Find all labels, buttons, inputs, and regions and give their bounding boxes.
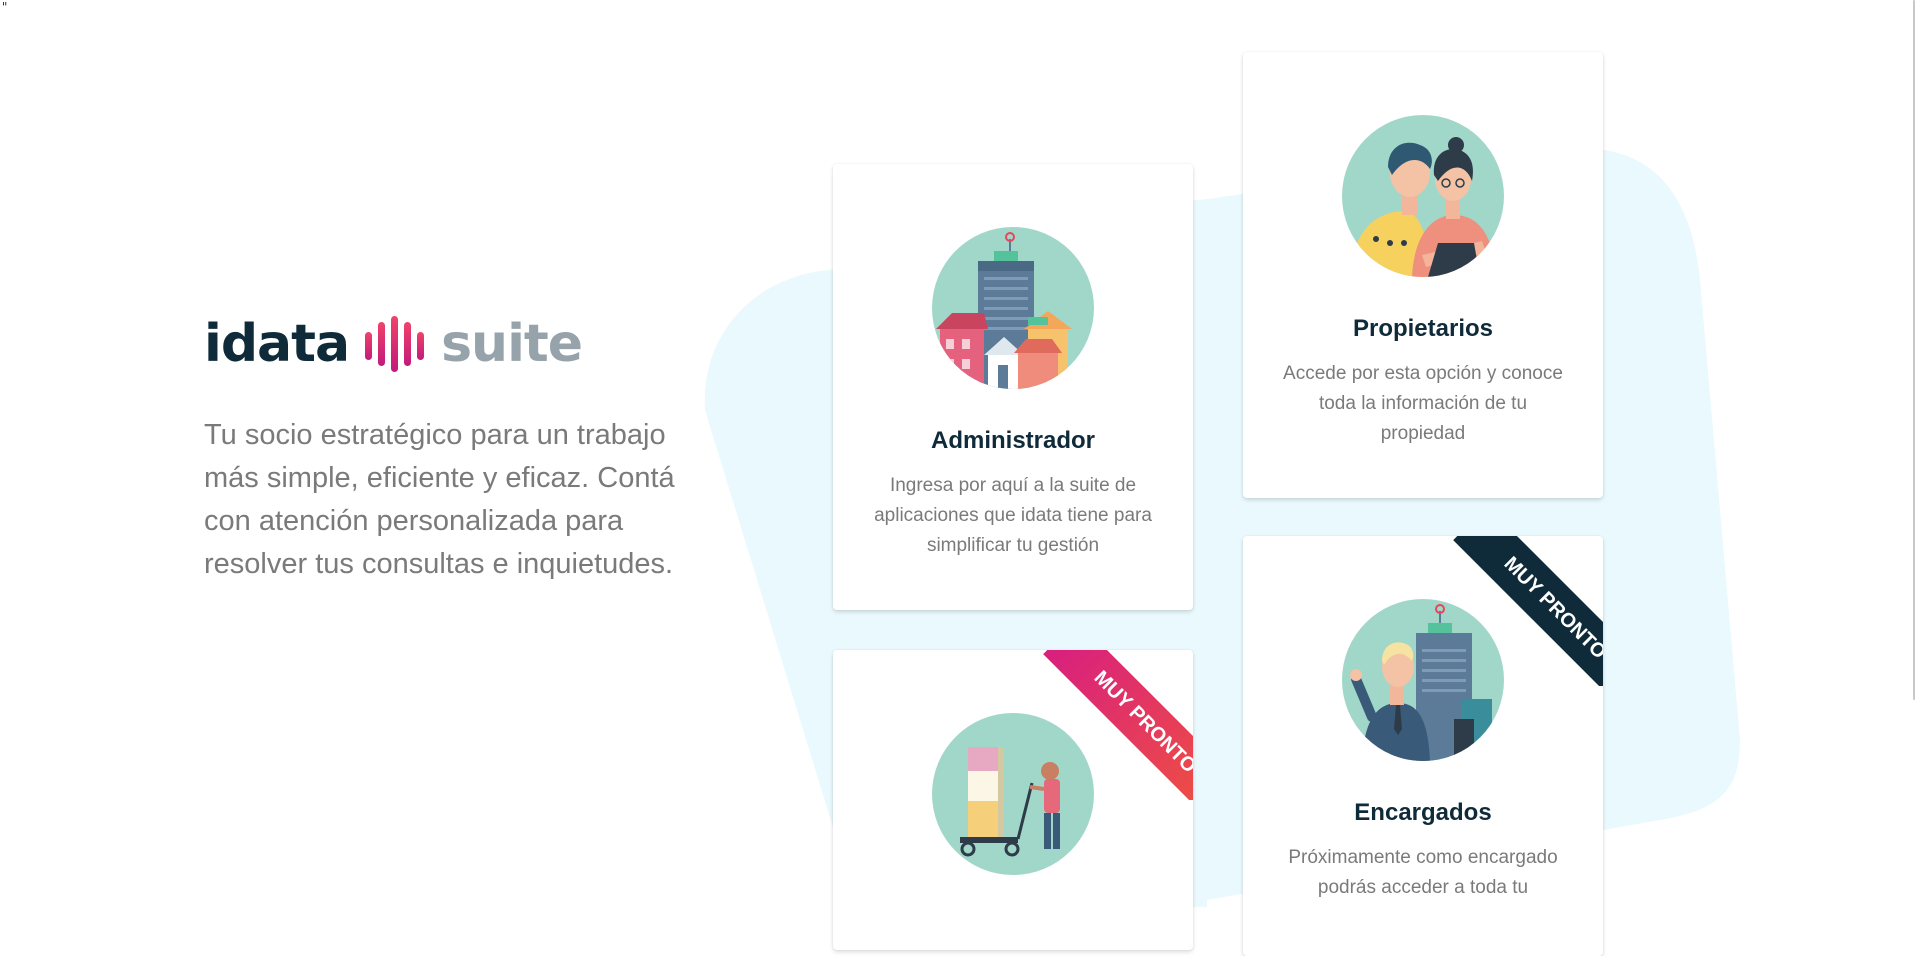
logo-word-suite: suite (441, 314, 583, 374)
card-title: Administrador (930, 427, 1095, 454)
card-description: Ingresa por aquí a la suite de aplicacio… (874, 475, 1152, 556)
card-propietarios[interactable]: Propietarios Accede por esta opción y co… (1243, 52, 1603, 498)
vertical-scrollbar[interactable] (1913, 0, 1915, 700)
card-description: Próximamente como encargado podrás acced… (1288, 847, 1558, 898)
tagline: Tu socio estratégico para un trabajo más… (204, 419, 675, 580)
couple-illustration-icon (1342, 115, 1504, 277)
card-coming-soon-delivery[interactable]: MUY PRONTO (833, 650, 1193, 950)
coming-soon-ribbon-container: MUY PRONTO (1453, 536, 1603, 686)
card-description: Accede por esta opción y conoce toda la … (1283, 363, 1563, 444)
logo-word-idata: idata (204, 314, 350, 374)
card-administrador[interactable]: Administrador Ingresa por aquí a la suit… (833, 164, 1193, 610)
coming-soon-ribbon-container: MUY PRONTO (1043, 650, 1193, 800)
buildings-illustration-icon (932, 227, 1094, 389)
coming-soon-ribbon: MUY PRONTO (1453, 536, 1603, 686)
card-title: Encargados (1354, 799, 1492, 826)
card-title: Propietarios (1352, 315, 1494, 342)
sound-bars-icon (365, 316, 425, 372)
card-encargados[interactable]: Encargados Próximamente como encargado p… (1243, 536, 1603, 956)
idata-suite-logo: idata suite (204, 314, 583, 374)
coming-soon-ribbon: MUY PRONTO (1043, 650, 1193, 800)
